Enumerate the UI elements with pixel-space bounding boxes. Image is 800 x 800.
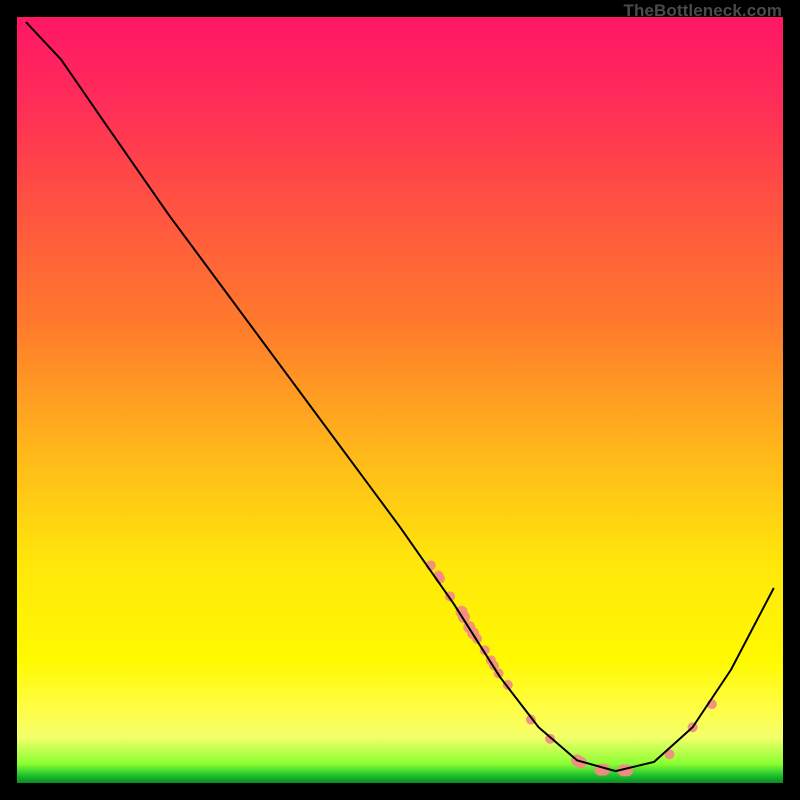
chart-svg [15, 15, 785, 785]
watermark-text: TheBottleneck.com [623, 1, 782, 21]
curve-line [27, 23, 774, 771]
chart-stage: TheBottleneck.com [0, 0, 800, 800]
